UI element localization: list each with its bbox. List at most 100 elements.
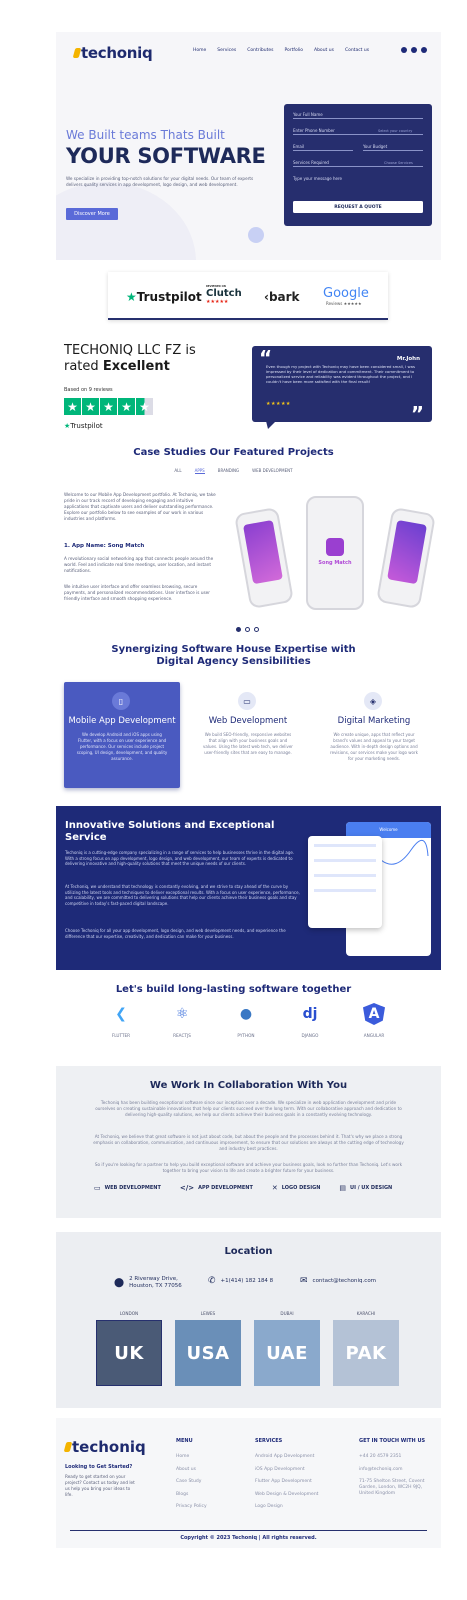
testimonial-stars: ★★★★★ xyxy=(266,401,291,407)
link-web-development[interactable]: ▭ WEB DEVELOPMENT xyxy=(94,1184,161,1192)
phone-text: +1(414) 182 184 8 xyxy=(220,1278,274,1284)
service-card-web[interactable]: ▭ Web Development We build SEO-friendly,… xyxy=(190,682,306,788)
tab-apps[interactable]: APPS xyxy=(194,468,205,474)
trustpilot-label: Trustpilot xyxy=(70,422,103,430)
trustpilot-badge[interactable]: ★Trustpilot xyxy=(64,422,103,430)
star-icon: ★ xyxy=(118,398,135,415)
footer-tagline: Looking to Get Started? xyxy=(65,1464,133,1470)
logo[interactable]: techoniq xyxy=(72,44,153,62)
request-quote-button[interactable]: REQUEST A QUOTE xyxy=(293,201,423,213)
nav-item-contact[interactable]: Contact us xyxy=(345,48,369,53)
footer: techoniq Looking to Get Started? Ready t… xyxy=(56,1418,441,1548)
instagram-icon[interactable] xyxy=(411,47,417,53)
testimonial-name: Mr.John xyxy=(396,356,420,362)
carousel-dot[interactable] xyxy=(254,627,259,632)
trustpilot-logo[interactable]: ★Trustpilot xyxy=(126,290,202,304)
service-card-marketing[interactable]: ◈ Digital Marketing We create unique, ap… xyxy=(316,682,432,788)
tech-django: dj DJANGO xyxy=(295,1003,325,1038)
email-item[interactable]: ✉ contact@techoniq.com xyxy=(300,1276,376,1286)
footer-logo[interactable]: techoniq xyxy=(63,1438,146,1456)
star-icon: ★ xyxy=(82,398,99,415)
nav-item-services[interactable]: Services xyxy=(217,48,236,53)
footer-link[interactable]: Case Study xyxy=(176,1479,207,1484)
case-tabs: ALL APPS BRANDING WEB DEVELOPMENT xyxy=(0,468,467,474)
discover-more-button[interactable]: Discover More xyxy=(66,208,118,220)
tech-python: ● PYTHON xyxy=(231,1003,261,1038)
rating-heading: rated Excellent xyxy=(64,359,170,374)
country-select[interactable]: Select your country xyxy=(378,129,412,133)
mobile-icon: ▯ xyxy=(112,692,130,710)
rating-based-on: Based on 9 reviews xyxy=(64,387,113,393)
footer-link[interactable]: Privacy Policy xyxy=(176,1504,207,1509)
trustpilot-text: Trustpilot xyxy=(136,290,202,304)
tech-label: FLUTTER xyxy=(111,1033,131,1038)
linkedin-icon[interactable] xyxy=(421,47,427,53)
name-field[interactable]: Your Full Name xyxy=(293,110,423,119)
footer-link[interactable]: Blogs xyxy=(176,1492,207,1497)
footer-link[interactable]: Web Design & Development xyxy=(255,1492,318,1497)
carousel-dot[interactable] xyxy=(245,627,250,632)
city-name: KARACHI xyxy=(356,1311,376,1316)
footer-link[interactable]: Home xyxy=(176,1454,207,1459)
phone-item[interactable]: ✆ +1(414) 182 184 8 xyxy=(208,1276,273,1286)
budget-field[interactable]: Your Budget xyxy=(363,142,423,151)
service-desc: We create unique, apps that reflect your… xyxy=(330,732,418,761)
location-section: Location ⬤ 2 Riverway Drive, Houston, TX … xyxy=(56,1232,441,1408)
footer-link[interactable]: iOS App Development xyxy=(255,1467,318,1472)
innovative-paragraph-3: Choose Techoniq for all your app develop… xyxy=(65,928,286,939)
expertise-title-line2: Digital Agency Sensibilities xyxy=(156,656,311,667)
footer-link[interactable]: Android App Development xyxy=(255,1454,318,1459)
trustpilot-star-icon: ★ xyxy=(126,290,137,304)
main-nav: Home Services Contributes Portfolio Abou… xyxy=(193,48,369,53)
star-half-icon: ★ xyxy=(136,398,153,415)
phone-placeholder: Enter Phone Number xyxy=(293,128,335,133)
quote-close-icon: ” xyxy=(410,402,424,426)
address-item: ⬤ 2 Riverway Drive, Houston, TX 77056 xyxy=(114,1276,193,1290)
layers-icon: ◈ xyxy=(364,692,382,710)
bark-logo[interactable]: ‹bark xyxy=(264,290,300,304)
logo-text: techoniq xyxy=(81,44,153,62)
footer-email[interactable]: info@techoniq.com xyxy=(359,1467,431,1472)
nav-item-portfolio[interactable]: Portfolio xyxy=(284,48,303,53)
facebook-icon[interactable] xyxy=(401,47,407,53)
hero-description: We specialize in providing top-notch sol… xyxy=(66,176,254,187)
footer-phone[interactable]: +44 20 4579 2351 xyxy=(359,1454,431,1459)
review-platforms: ★Trustpilot REVIEWED ON Clutch ★★★★★ ‹ba… xyxy=(108,272,388,320)
flutter-icon: ❮ xyxy=(115,1006,127,1022)
google-logo[interactable]: Google Reviews ★★★★★ xyxy=(323,286,369,306)
tech-angular: A ANGULAR xyxy=(359,1003,389,1038)
email-field[interactable]: Email xyxy=(293,142,353,151)
city-name: LONDON xyxy=(119,1311,139,1316)
tech-flutter: ❮ FLUTTER xyxy=(106,1003,136,1038)
nav-item-home[interactable]: Home xyxy=(193,48,206,53)
social-links xyxy=(401,47,427,53)
rated-prefix: rated xyxy=(64,359,99,374)
tab-web-development[interactable]: WEB DEVELOPMENT xyxy=(252,468,292,474)
city-karachi: KARACHI PAK xyxy=(333,1311,399,1386)
dashboard-row xyxy=(314,844,376,847)
footer-link[interactable]: Flutter App Development xyxy=(255,1479,318,1484)
carousel-dot[interactable] xyxy=(236,627,241,632)
map-pin-icon: ⬤ xyxy=(114,1278,125,1288)
clutch-stars: ★★★★★ xyxy=(206,299,229,305)
tab-branding[interactable]: BRANDING xyxy=(218,468,239,474)
copyright: Copyright © 2023 Techoniq | All rights r… xyxy=(180,1535,317,1541)
message-field[interactable]: Type your message here xyxy=(293,174,423,183)
innovative-title: Innovative Solutions and Exceptional Ser… xyxy=(65,820,275,843)
footer-link[interactable]: Logo Design xyxy=(255,1504,318,1509)
rated-word: Excellent xyxy=(102,359,170,374)
footer-link[interactable]: About us xyxy=(176,1467,207,1472)
nav-item-about[interactable]: About us xyxy=(314,48,334,53)
dashboard-row xyxy=(314,859,376,862)
city-image: UK xyxy=(96,1320,162,1386)
trustpilot-stars: ★ ★ ★ ★ ★ xyxy=(64,398,153,415)
link-ui-ux-design[interactable]: ▤ UI / UX DESIGN xyxy=(339,1184,392,1192)
tab-all[interactable]: ALL xyxy=(174,468,181,474)
footer-about: Ready to get started on your project? Co… xyxy=(65,1474,135,1497)
link-app-development[interactable]: </> APP DEVELOPMENT xyxy=(180,1184,253,1192)
service-card-mobile[interactable]: ▯ Mobile App Development We develop Andr… xyxy=(64,682,180,788)
nav-item-contributes[interactable]: Contributes xyxy=(247,48,273,53)
link-logo-design[interactable]: ✕ LOGO DESIGN xyxy=(272,1184,321,1192)
city-image: PAK xyxy=(333,1320,399,1386)
clutch-logo[interactable]: REVIEWED ON Clutch ★★★★★ xyxy=(206,285,242,305)
